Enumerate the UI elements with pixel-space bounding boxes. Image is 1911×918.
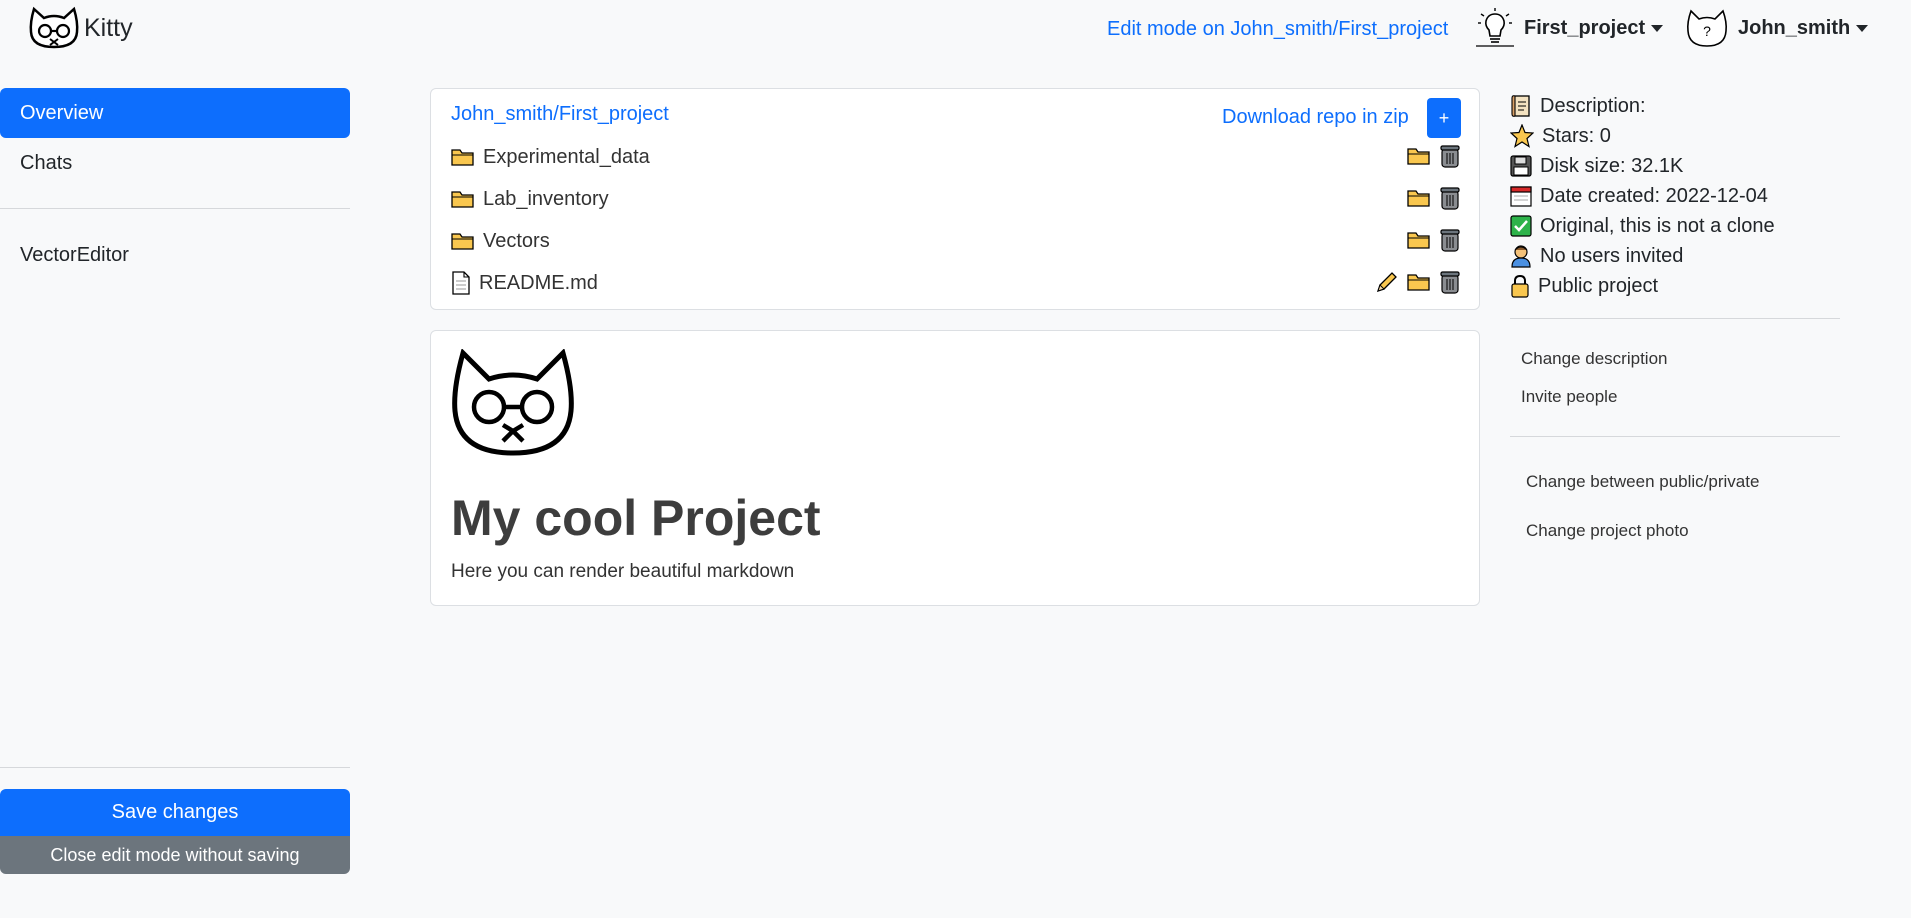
readme-card: My cool Project Here you can render beau… (430, 330, 1480, 606)
info-users: No users invited (1510, 242, 1683, 270)
floppy-disk-icon (1510, 155, 1532, 177)
sidebar-divider (0, 208, 350, 209)
user-dropdown-label: John_smith (1738, 16, 1851, 39)
description-label: Description: (1540, 94, 1646, 117)
trash-icon[interactable] (1439, 228, 1461, 252)
calendar-icon (1510, 186, 1532, 207)
save-changes-button[interactable]: Save changes (0, 789, 350, 836)
file-actions (1407, 228, 1461, 252)
users-label: No users invited (1540, 244, 1684, 267)
visibility-label: Public project (1538, 274, 1659, 297)
file-name: Lab_inventory (483, 187, 609, 210)
change-visibility-link[interactable]: Change between public/private (1526, 472, 1759, 492)
file-name: Experimental_data (483, 145, 650, 168)
star-icon (1510, 124, 1534, 148)
sidebar-item-overview[interactable]: Overview (0, 88, 350, 138)
trash-icon[interactable] (1439, 270, 1461, 294)
cat-logo-icon (452, 349, 574, 456)
close-edit-mode-button[interactable]: Close edit mode without saving (0, 836, 350, 874)
chevron-down-icon (1651, 24, 1664, 32)
add-file-button[interactable]: + (1427, 98, 1461, 138)
sidebar-item-vectoreditor[interactable]: VectorEditor (0, 230, 350, 280)
change-description-link[interactable]: Change description (1521, 349, 1667, 369)
pencil-icon[interactable] (1375, 270, 1399, 294)
lightbulb-icon (1476, 8, 1514, 47)
folder-icon (451, 149, 474, 166)
file-row[interactable]: Vectors (451, 224, 1461, 258)
document-icon (452, 271, 470, 295)
file-name: README.md (479, 271, 598, 294)
scroll-icon (1511, 95, 1530, 117)
sidebar-item-chats[interactable]: Chats (0, 138, 350, 188)
edit-mode-link[interactable]: Edit mode on John_smith/First_project (1107, 18, 1448, 41)
file-actions (1375, 270, 1461, 294)
trash-icon[interactable] (1439, 144, 1461, 168)
readme-title: My cool Project (451, 490, 821, 546)
person-icon (1511, 245, 1531, 268)
file-row[interactable]: Experimental_data (451, 140, 1461, 174)
brand[interactable]: Kitty (28, 6, 133, 50)
readme-text: Here you can render beautiful markdown (451, 561, 795, 582)
repo-files-card: John_smith/First_project Download repo i… (430, 88, 1480, 310)
trash-icon[interactable] (1439, 186, 1461, 210)
file-actions (1407, 144, 1461, 168)
open-folder-icon[interactable] (1407, 230, 1431, 250)
change-project-photo-link[interactable]: Change project photo (1526, 521, 1689, 541)
info-date-created: Date created: 2022-12-04 (1510, 182, 1768, 210)
open-folder-icon[interactable] (1407, 146, 1431, 166)
file-row[interactable]: Lab_inventory (451, 182, 1461, 216)
lock-icon (1511, 274, 1529, 298)
info-divider (1510, 436, 1840, 437)
info-visibility: Public project (1510, 272, 1658, 300)
info-origin: Original, this is not a clone (1510, 212, 1775, 240)
cat-logo-icon (29, 6, 79, 49)
file-actions (1407, 186, 1461, 210)
svg-text:?: ? (1703, 23, 1711, 39)
date-created-label: Date created: 2022-12-04 (1540, 184, 1768, 207)
top-bar: Kitty Edit mode on John_smith/First_proj… (0, 0, 1911, 62)
invite-people-link[interactable]: Invite people (1521, 387, 1617, 407)
chevron-down-icon (1856, 24, 1869, 32)
file-name: Vectors (483, 229, 550, 252)
user-dropdown[interactable]: ? John_smith (1686, 8, 1869, 48)
download-zip-link[interactable]: Download repo in zip (1222, 106, 1409, 129)
file-row[interactable]: README.md (451, 266, 1461, 300)
stars-label: Stars: 0 (1542, 124, 1611, 147)
info-stars: Stars: 0 (1510, 122, 1611, 150)
origin-label: Original, this is not a clone (1540, 214, 1775, 237)
project-dropdown[interactable]: First_project (1476, 8, 1664, 48)
info-description: Description: (1510, 92, 1646, 120)
info-disk-size: Disk size: 32.1K (1510, 152, 1683, 180)
folder-icon (451, 191, 474, 208)
repo-path-link[interactable]: John_smith/First_project (451, 103, 669, 126)
open-folder-icon[interactable] (1407, 188, 1431, 208)
disk-size-label: Disk size: 32.1K (1540, 154, 1684, 177)
sidebar: Overview Chats VectorEditor (0, 88, 350, 878)
check-mark-icon (1510, 215, 1532, 237)
info-divider (1510, 318, 1840, 319)
open-folder-icon[interactable] (1407, 272, 1431, 292)
user-avatar-icon: ? (1687, 9, 1727, 47)
project-dropdown-label: First_project (1524, 16, 1646, 39)
folder-icon (451, 233, 474, 250)
sidebar-divider (0, 767, 350, 768)
brand-name: Kitty (84, 13, 133, 42)
